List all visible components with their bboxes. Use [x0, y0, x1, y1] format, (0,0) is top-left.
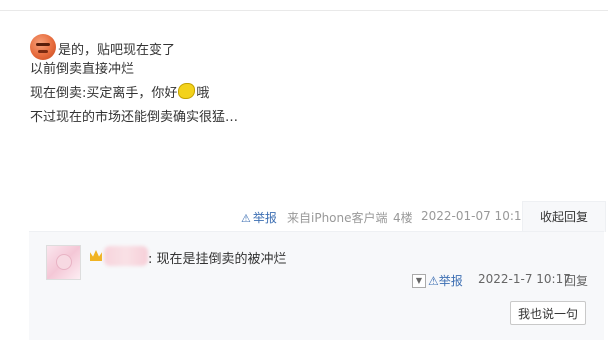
warning-icon: ⚠ [428, 274, 439, 288]
top-divider [0, 10, 608, 11]
post-content: 是的，贴吧现在变了 以前倒卖直接冲烂 现在倒卖:买定离手，你好 哦 不过现在的市场… [30, 34, 238, 130]
warning-icon: ⚠ [241, 212, 251, 225]
dropdown-icon[interactable]: ▼ [412, 274, 426, 288]
reply-time: 2022-1-7 10:17 [478, 272, 571, 286]
collapse-replies-button[interactable]: 收起回复 [522, 201, 606, 232]
reply-text: : 现在是挂倒卖的被冲烂 [148, 252, 287, 267]
lemon-emoji-icon [178, 83, 196, 99]
reply-button[interactable]: 回复 [564, 272, 588, 289]
post-report-link[interactable]: ⚠ 举报 [241, 209, 277, 226]
post-line-2: 以前倒卖直接冲烂 [30, 62, 135, 77]
post-line-1: 是的，贴吧现在变了 [58, 43, 176, 58]
avatar[interactable] [46, 245, 81, 280]
post-line-4: 不过现在的市场还能倒卖确实很猛… [30, 110, 239, 125]
post-line-3-end: 哦 [196, 86, 210, 101]
angry-face-emoji-icon [30, 34, 56, 60]
post-line-3-start: 现在倒卖:买定离手，你好 [30, 86, 178, 101]
blurred-username[interactable] [104, 246, 148, 266]
post-floor: 4楼 [393, 211, 413, 225]
say-something-button[interactable]: 我也说一句 [510, 301, 586, 325]
post-time: 2022-01-07 10:11 [421, 209, 530, 223]
post-report-label: 举报 [252, 211, 277, 225]
post-source: 来自iPhone客户端 [287, 211, 388, 225]
reply-report-label: 举报 [438, 274, 463, 288]
reply-report-link[interactable]: ⚠举报 [428, 272, 463, 289]
